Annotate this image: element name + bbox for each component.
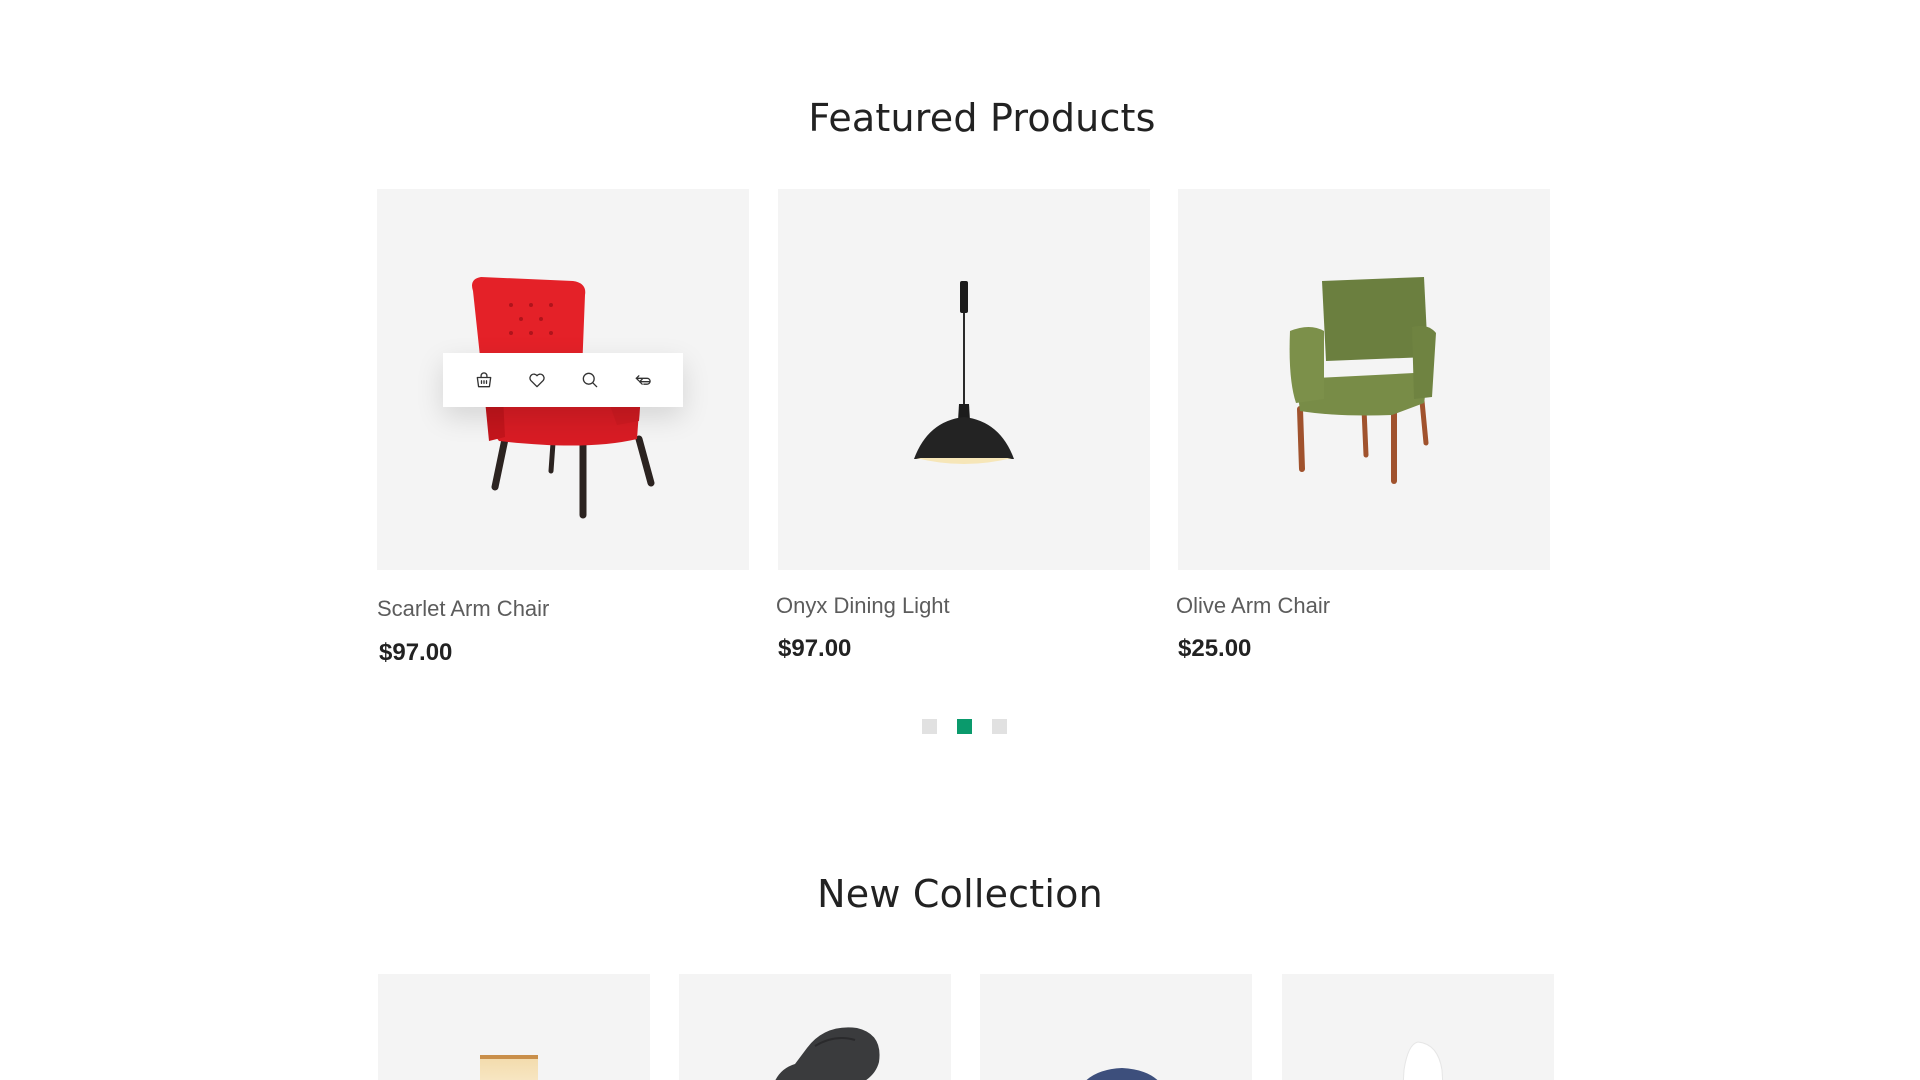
product-card-scarlet-arm-chair[interactable]: Scarlet Arm Chair $97.00: [377, 189, 749, 666]
new-collection-title: New Collection: [817, 872, 1103, 916]
collection-card-1[interactable]: [378, 974, 650, 1080]
product-card-olive-arm-chair[interactable]: Olive Arm Chair $25.00: [1176, 189, 1550, 662]
carousel-dot-2[interactable]: [957, 719, 972, 734]
basket-icon: [476, 372, 491, 388]
page: Featured Products Scarlet Arm Chair $97.…: [0, 0, 1920, 1080]
product-quick-actions: [443, 353, 683, 407]
carousel-dot-3[interactable]: [992, 719, 1007, 734]
heart-icon: [528, 373, 545, 388]
compare-button[interactable]: [625, 362, 661, 398]
search-icon: [582, 372, 597, 388]
product-card-onyx-dining-light[interactable]: Onyx Dining Light $97.00: [776, 189, 1150, 662]
wood-lamp-image: [480, 1055, 538, 1080]
featured-products-title: Featured Products: [808, 96, 1156, 140]
product-name[interactable]: Onyx Dining Light: [776, 593, 950, 619]
carousel-pagination: [922, 719, 1007, 734]
compare-icon: [635, 375, 651, 385]
carousel-dot-1[interactable]: [922, 719, 937, 734]
collection-card-3[interactable]: [980, 974, 1252, 1080]
green-armchair-image: [1289, 277, 1436, 484]
product-price: $97.00: [778, 635, 852, 662]
white-vase-image: [1402, 1041, 1444, 1080]
black-chair-image: [775, 1027, 880, 1080]
collection-card-2[interactable]: [679, 974, 951, 1080]
product-price: $97.00: [379, 639, 453, 666]
collection-card-4[interactable]: [1282, 974, 1554, 1080]
product-price: $25.00: [1178, 635, 1252, 662]
blue-ottoman-image: [1086, 1068, 1158, 1080]
pendant-lamp-image: [914, 281, 1014, 464]
add-to-cart-button[interactable]: [466, 362, 502, 398]
add-to-wishlist-button[interactable]: [519, 362, 555, 398]
quick-view-button[interactable]: [572, 362, 608, 398]
product-name[interactable]: Scarlet Arm Chair: [377, 596, 549, 622]
product-image-frame[interactable]: [377, 189, 749, 570]
product-name[interactable]: Olive Arm Chair: [1176, 593, 1330, 619]
product-image-frame[interactable]: [1178, 189, 1550, 570]
product-image-frame[interactable]: [778, 189, 1150, 570]
